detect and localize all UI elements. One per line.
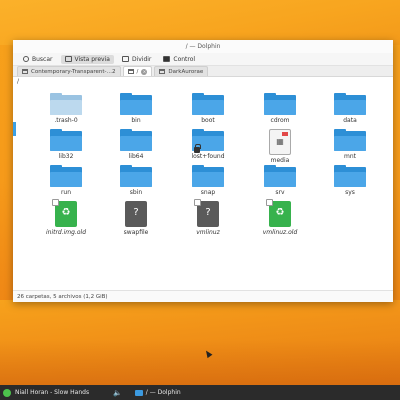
- file-item[interactable]: ? swapfile: [106, 201, 166, 236]
- split-icon: [121, 56, 129, 62]
- file-name: bin: [131, 117, 141, 124]
- folder-icon: [334, 129, 366, 151]
- file-name: snap: [200, 189, 216, 196]
- folder-icon: [334, 93, 366, 115]
- tab-darkaurorae[interactable]: DarkAurorae: [154, 66, 209, 76]
- file-item[interactable]: sys: [320, 165, 380, 196]
- file-name: boot: [201, 117, 215, 124]
- file-name: vmlinuz.old: [262, 229, 298, 236]
- dolphin-window: / — Dolphin Buscar Vista previa Dividir …: [13, 40, 393, 302]
- folder-icon: [120, 93, 152, 115]
- tab-bar: Contemporary-Transparent-…2 / × DarkAuro…: [13, 66, 393, 77]
- location-bar[interactable]: /: [13, 77, 393, 86]
- file-item[interactable]: .trash-0: [36, 93, 96, 124]
- lock-icon: [194, 144, 201, 153]
- file-item[interactable]: cdrom: [250, 93, 310, 124]
- file-name: lib64: [128, 153, 144, 160]
- file-item[interactable]: bin: [106, 93, 166, 124]
- search-icon: [23, 56, 29, 62]
- file-name: srv: [275, 189, 285, 196]
- window-title: / — Dolphin: [185, 43, 221, 50]
- terminal-button[interactable]: Control: [159, 55, 199, 64]
- split-button-label: Dividir: [131, 55, 152, 63]
- folder-icon: [264, 165, 296, 187]
- file-item[interactable]: mnt: [320, 129, 380, 160]
- unknown-file-icon: ?: [125, 201, 147, 227]
- file-item[interactable]: snap: [178, 165, 238, 196]
- now-playing[interactable]: Niall Horan - Slow Hands: [15, 389, 89, 396]
- status-bar: 26 carpetas, 5 archivos (1,2 GiB): [13, 290, 393, 302]
- folder-icon: [22, 69, 28, 74]
- toolbar: Buscar Vista previa Dividir Control: [13, 53, 393, 66]
- folder-icon: [192, 129, 224, 153]
- file-item[interactable]: lib32: [36, 129, 96, 160]
- file-name: lib32: [58, 153, 74, 160]
- folder-icon: [192, 165, 224, 187]
- preview-icon: [64, 56, 72, 62]
- file-item[interactable]: run: [36, 165, 96, 196]
- media-icon: ▦: [269, 129, 291, 155]
- file-item[interactable]: srv: [250, 165, 310, 196]
- folder-icon: [334, 165, 366, 187]
- search-button-label: Buscar: [32, 55, 53, 63]
- file-item[interactable]: data: [320, 93, 380, 124]
- preview-button-label: Vista previa: [74, 55, 110, 63]
- file-item[interactable]: ? vmlinuz: [178, 199, 238, 236]
- tab-label: DarkAurorae: [168, 68, 204, 75]
- file-name: sys: [345, 189, 355, 196]
- folder-icon: [50, 129, 82, 151]
- folder-icon: [50, 165, 82, 187]
- recycle-file-icon: ♻: [52, 199, 77, 227]
- taskbar: Niall Horan - Slow Hands 🔈 / — Dolphin: [0, 385, 400, 400]
- file-name: cdrom: [270, 117, 290, 124]
- file-item[interactable]: lib64: [106, 129, 166, 160]
- file-item[interactable]: ♻ vmlinuz.old: [250, 199, 310, 236]
- taskbar-dolphin-task[interactable]: / — Dolphin: [132, 388, 184, 397]
- search-button[interactable]: Buscar: [19, 55, 57, 64]
- folder-icon: [159, 69, 166, 74]
- window-titlebar[interactable]: / — Dolphin: [13, 40, 393, 53]
- file-item[interactable]: boot: [178, 93, 238, 124]
- wallpaper-shadow: [0, 340, 400, 385]
- file-item[interactable]: ▦ media: [250, 129, 310, 164]
- file-name: initrd.img.old: [45, 229, 87, 236]
- tab-label: /: [136, 68, 139, 75]
- file-name: swapfile: [123, 229, 149, 236]
- folder-icon: [192, 93, 224, 115]
- file-name: vmlinuz: [196, 229, 220, 236]
- split-button[interactable]: Dividir: [118, 55, 155, 64]
- file-name: lost+found: [191, 153, 225, 160]
- folder-icon: [264, 93, 296, 115]
- folder-icon: [120, 129, 152, 151]
- file-name: media: [270, 157, 290, 164]
- file-name: mnt: [344, 153, 356, 160]
- recycle-file-icon: ♻: [266, 199, 291, 227]
- file-item[interactable]: ♻ initrd.img.old: [36, 199, 96, 236]
- folder-icon: [127, 69, 134, 74]
- tab-label: Contemporary-Transparent-…2: [31, 68, 116, 75]
- location-path: /: [17, 78, 20, 85]
- file-name: run: [60, 189, 72, 196]
- tab-root[interactable]: / ×: [122, 66, 153, 76]
- app-launcher-icon[interactable]: [3, 388, 11, 397]
- preview-button[interactable]: Vista previa: [60, 54, 114, 64]
- folder-icon: [120, 165, 152, 187]
- taskbar-task-label: / — Dolphin: [145, 389, 181, 396]
- file-item[interactable]: sbin: [106, 165, 166, 196]
- terminal-icon: [163, 56, 171, 62]
- volume-icon[interactable]: 🔈: [113, 389, 122, 397]
- close-tab-icon[interactable]: ×: [141, 68, 148, 75]
- tab-contemporary[interactable]: Contemporary-Transparent-…2: [17, 66, 121, 76]
- folder-icon: [50, 93, 82, 115]
- file-grid: .trash-0 bin boot cdrom data lib32 lib64: [13, 88, 393, 288]
- file-name: data: [343, 117, 357, 124]
- terminal-button-label: Control: [173, 55, 196, 63]
- status-text: 26 carpetas, 5 archivos (1,2 GiB): [17, 293, 108, 300]
- file-name: .trash-0: [54, 117, 78, 124]
- wallpaper-top: [0, 0, 400, 45]
- file-name: sbin: [129, 189, 143, 196]
- file-item[interactable]: lost+found: [178, 129, 238, 160]
- unknown-file-icon: ?: [194, 199, 219, 227]
- folder-icon: [134, 389, 143, 396]
